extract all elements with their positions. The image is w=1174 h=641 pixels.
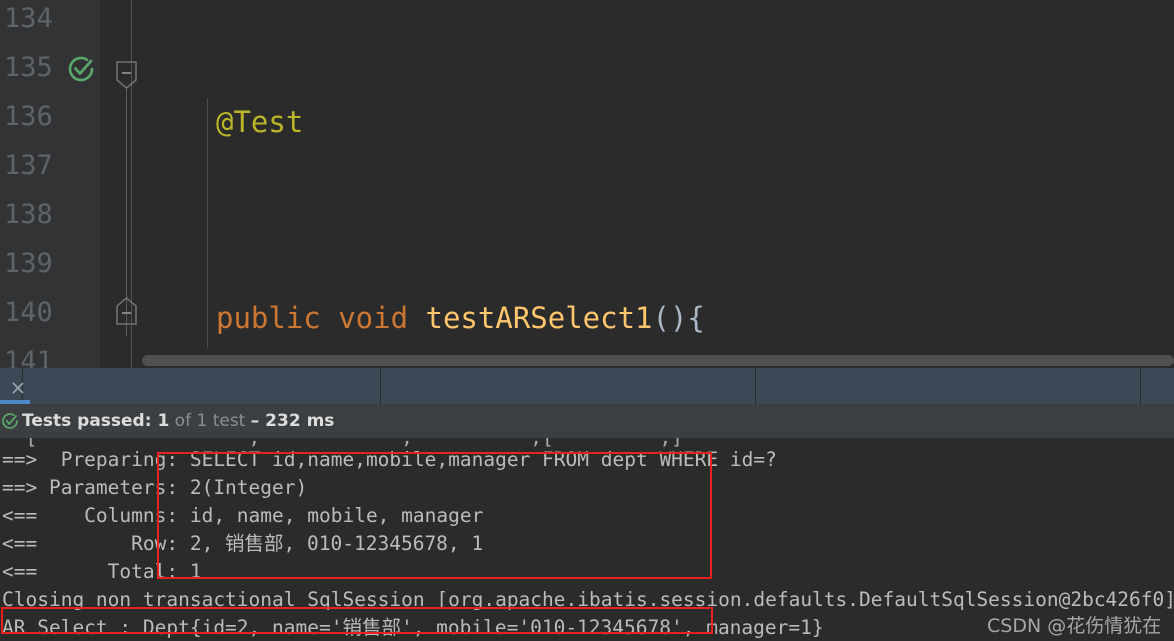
line-number: 137 [4,150,53,181]
annotation-token: @Test [216,105,304,139]
line-number: 136 [4,101,53,132]
keyword-token: public void [216,301,426,335]
line-number: 139 [4,248,53,279]
watermark: CSDN @花伤情犹在 [987,615,1162,637]
line-number: 138 [4,199,53,230]
test-duration-label: – 232 ms [250,411,335,431]
tab-divider [755,368,756,404]
run-test-icon[interactable] [64,52,98,86]
sql-highlight-box [157,452,712,579]
tests-total-label: of 1 test [169,411,251,431]
method-name-token: testARSelect1 [425,301,653,335]
close-icon[interactable] [11,380,25,394]
ide-screenshot: 134 135 136 137 138 139 140 141 @Test pu… [0,0,1174,641]
result-highlight-box [1,607,713,634]
tests-passed-label: Tests passed: 1 [22,411,170,431]
test-status-text: Tests passed: 1 of 1 test – 232 ms [22,409,334,433]
tab-divider [380,368,381,404]
line-number: 141 [4,346,53,368]
line-number: 140 [4,297,53,328]
tool-window-tabbar[interactable] [0,368,1174,404]
punctuation-token: (){ [652,301,705,335]
code-editor[interactable]: 134 135 136 137 138 139 140 141 @Test pu… [0,0,1174,368]
line-number: 134 [4,3,53,34]
editor-horizontal-scrollbar-thumb[interactable] [142,355,1174,366]
code-line-134: @Test [132,98,1174,147]
code-text-area[interactable]: @Test public void testARSelect1(){ Dept … [132,0,1174,368]
tab-divider [1140,368,1141,404]
code-line-135: public void testARSelect1(){ [132,294,1174,343]
tests-passed-icon [0,411,20,431]
